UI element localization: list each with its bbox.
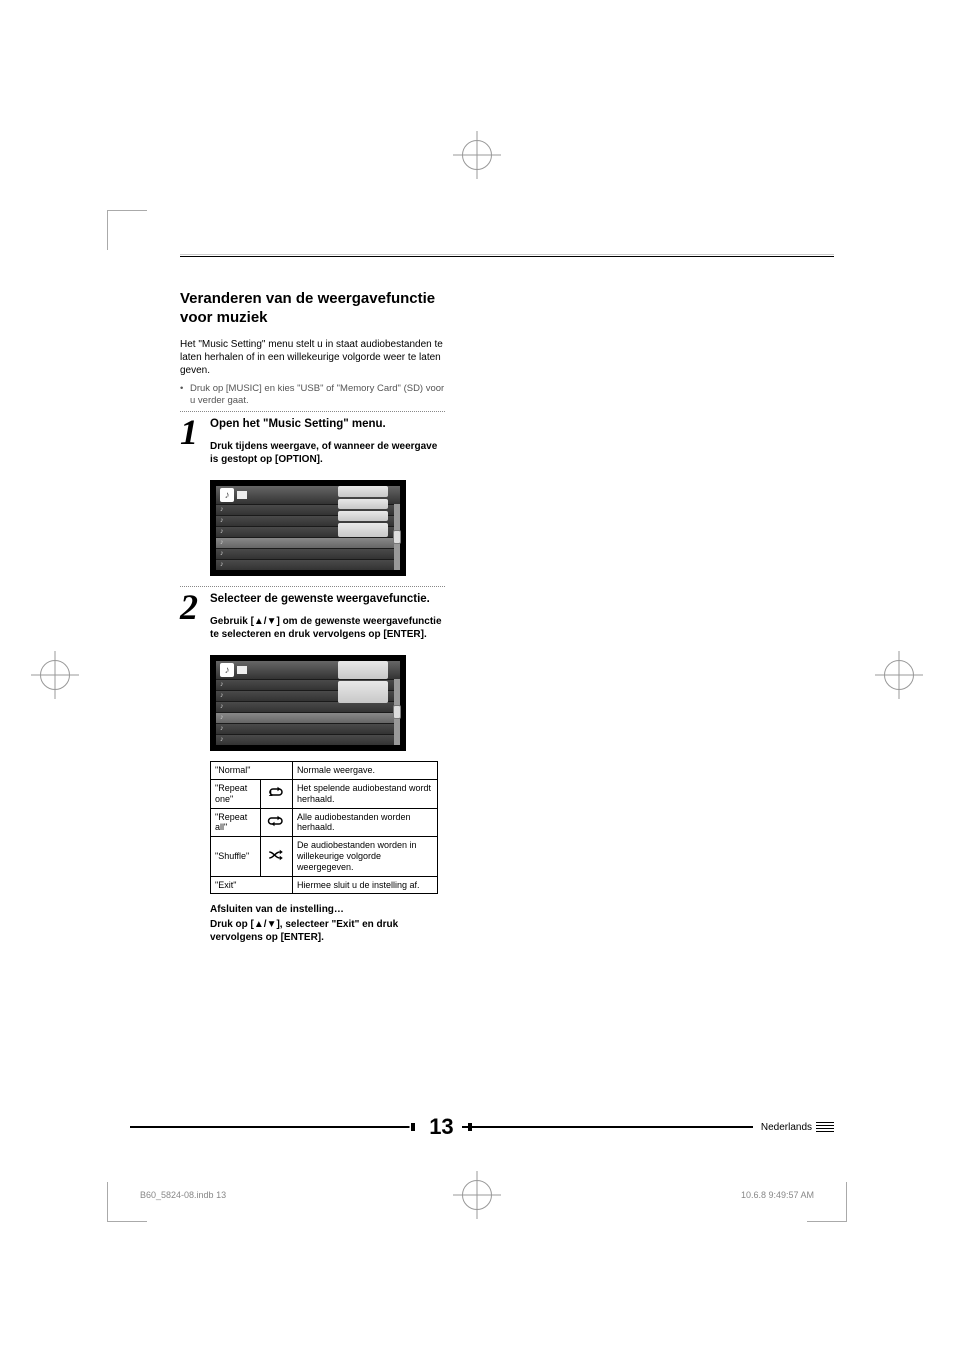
header-rule [180, 256, 834, 257]
footer-file: B60_5824-08.indb 13 [140, 1190, 226, 1200]
usb-icon [237, 666, 247, 674]
list-item-icon: ♪ [220, 539, 226, 547]
registration-mark-right [884, 660, 914, 690]
table-row: "Repeat all" Alle audiobestanden worden … [211, 808, 438, 837]
ui-screenshot-1: ♪ ♪ ♪ ♪ ♪ ♪ ♪ [210, 480, 406, 576]
list-item-icon: ♪ [220, 736, 226, 744]
section-bullet: Druk op [MUSIC] en kies "USB" of "Memory… [180, 383, 445, 408]
repeat-one-icon: 1 [260, 779, 292, 808]
step-1-number: 1 [180, 418, 204, 474]
language-lines-icon [816, 1122, 834, 1132]
crop-mark-top-left [107, 210, 147, 250]
table-row: "Exit" Hiermee sluit u de instelling af. [211, 876, 438, 894]
page-rule-left [130, 1126, 421, 1128]
header-rule-thin [180, 254, 834, 255]
step-2-number: 2 [180, 593, 204, 649]
table-row: "Repeat one" 1 Het spelende audiobestand… [211, 779, 438, 808]
list-item-icon: ♪ [220, 506, 226, 514]
list-item-icon: ♪ [220, 517, 226, 525]
divider-dotted [180, 411, 445, 412]
option-label: "Shuffle" [211, 837, 261, 876]
page-language: Nederlands [753, 1122, 812, 1133]
option-label: "Repeat all" [211, 808, 261, 837]
popup-option [338, 661, 388, 679]
page-number: 13 [421, 1114, 461, 1140]
list-item-icon: ♪ [220, 561, 226, 569]
table-row: "Normal" Normale weergave. [211, 762, 438, 780]
option-desc: Normale weergave. [292, 762, 437, 780]
list-item-icon: ♪ [220, 692, 226, 700]
section-title: Veranderen van de weergavefunctie voor m… [180, 290, 445, 328]
option-desc: Alle audiobestanden worden herhaald. [292, 808, 437, 837]
option-label: "Normal" [211, 762, 293, 780]
repeat-all-icon [260, 808, 292, 837]
popup-option [338, 486, 388, 497]
step-1-title: Open het "Music Setting" menu. [210, 418, 445, 430]
popup-option [338, 511, 388, 521]
popup-option [338, 499, 388, 509]
step-1-subtitle: Druk tijdens weergave, of wanneer de wee… [210, 440, 445, 466]
playback-options-table: "Normal" Normale weergave. "Repeat one" … [210, 761, 438, 894]
list-item-icon: ♪ [220, 528, 226, 536]
crop-mark-bottom-right [807, 1182, 847, 1222]
popup-option [338, 523, 388, 537]
print-footer: B60_5824-08.indb 13 10.6.8 9:49:57 AM [140, 1190, 814, 1200]
option-desc: De audiobestanden worden in willekeurige… [292, 837, 437, 876]
page-rule-right [462, 1126, 753, 1128]
section-intro: Het "Music Setting" menu stelt u in staa… [180, 338, 445, 377]
list-item-icon: ♪ [220, 714, 226, 722]
usb-icon [237, 491, 247, 499]
popup-option [338, 681, 388, 703]
closing-title: Afsluiten van de instelling… [210, 904, 445, 915]
option-label: "Repeat one" [211, 779, 261, 808]
list-item-icon: ♪ [220, 725, 226, 733]
option-desc: Hiermee sluit u de instelling af. [292, 876, 437, 894]
list-item-icon: ♪ [220, 550, 226, 558]
option-desc: Het spelende audiobestand wordt herhaald… [292, 779, 437, 808]
shuffle-icon [260, 837, 292, 876]
footer-timestamp: 10.6.8 9:49:57 AM [741, 1190, 814, 1200]
step-1: 1 Open het "Music Setting" menu. Druk ti… [180, 418, 445, 474]
step-2: 2 Selecteer de gewenste weergavefunctie.… [180, 593, 445, 649]
registration-mark-left [40, 660, 70, 690]
divider-dotted [180, 586, 445, 587]
list-item-icon: ♪ [220, 703, 226, 711]
step-2-title: Selecteer de gewenste weergavefunctie. [210, 593, 445, 605]
scrollbar-thumb [393, 530, 401, 544]
music-note-icon: ♪ [220, 488, 234, 502]
music-note-icon: ♪ [220, 663, 234, 677]
closing-body: Druk op [▲/▼], selecteer "Exit" en druk … [210, 918, 445, 944]
registration-mark-top [462, 140, 492, 170]
step-2-subtitle: Gebruik [▲/▼] om de gewenste weergavefun… [210, 615, 445, 641]
page-number-bar: 13 Nederlands [130, 1117, 834, 1137]
crop-mark-bottom-left [107, 1182, 147, 1222]
list-item-icon: ♪ [220, 681, 226, 689]
ui-screenshot-2: ♪ ♪ ♪ ♪ ♪ ♪ ♪ [210, 655, 406, 751]
option-label: "Exit" [211, 876, 293, 894]
table-row: "Shuffle" De audiobestanden worden in wi… [211, 837, 438, 876]
scrollbar-thumb [393, 705, 401, 719]
